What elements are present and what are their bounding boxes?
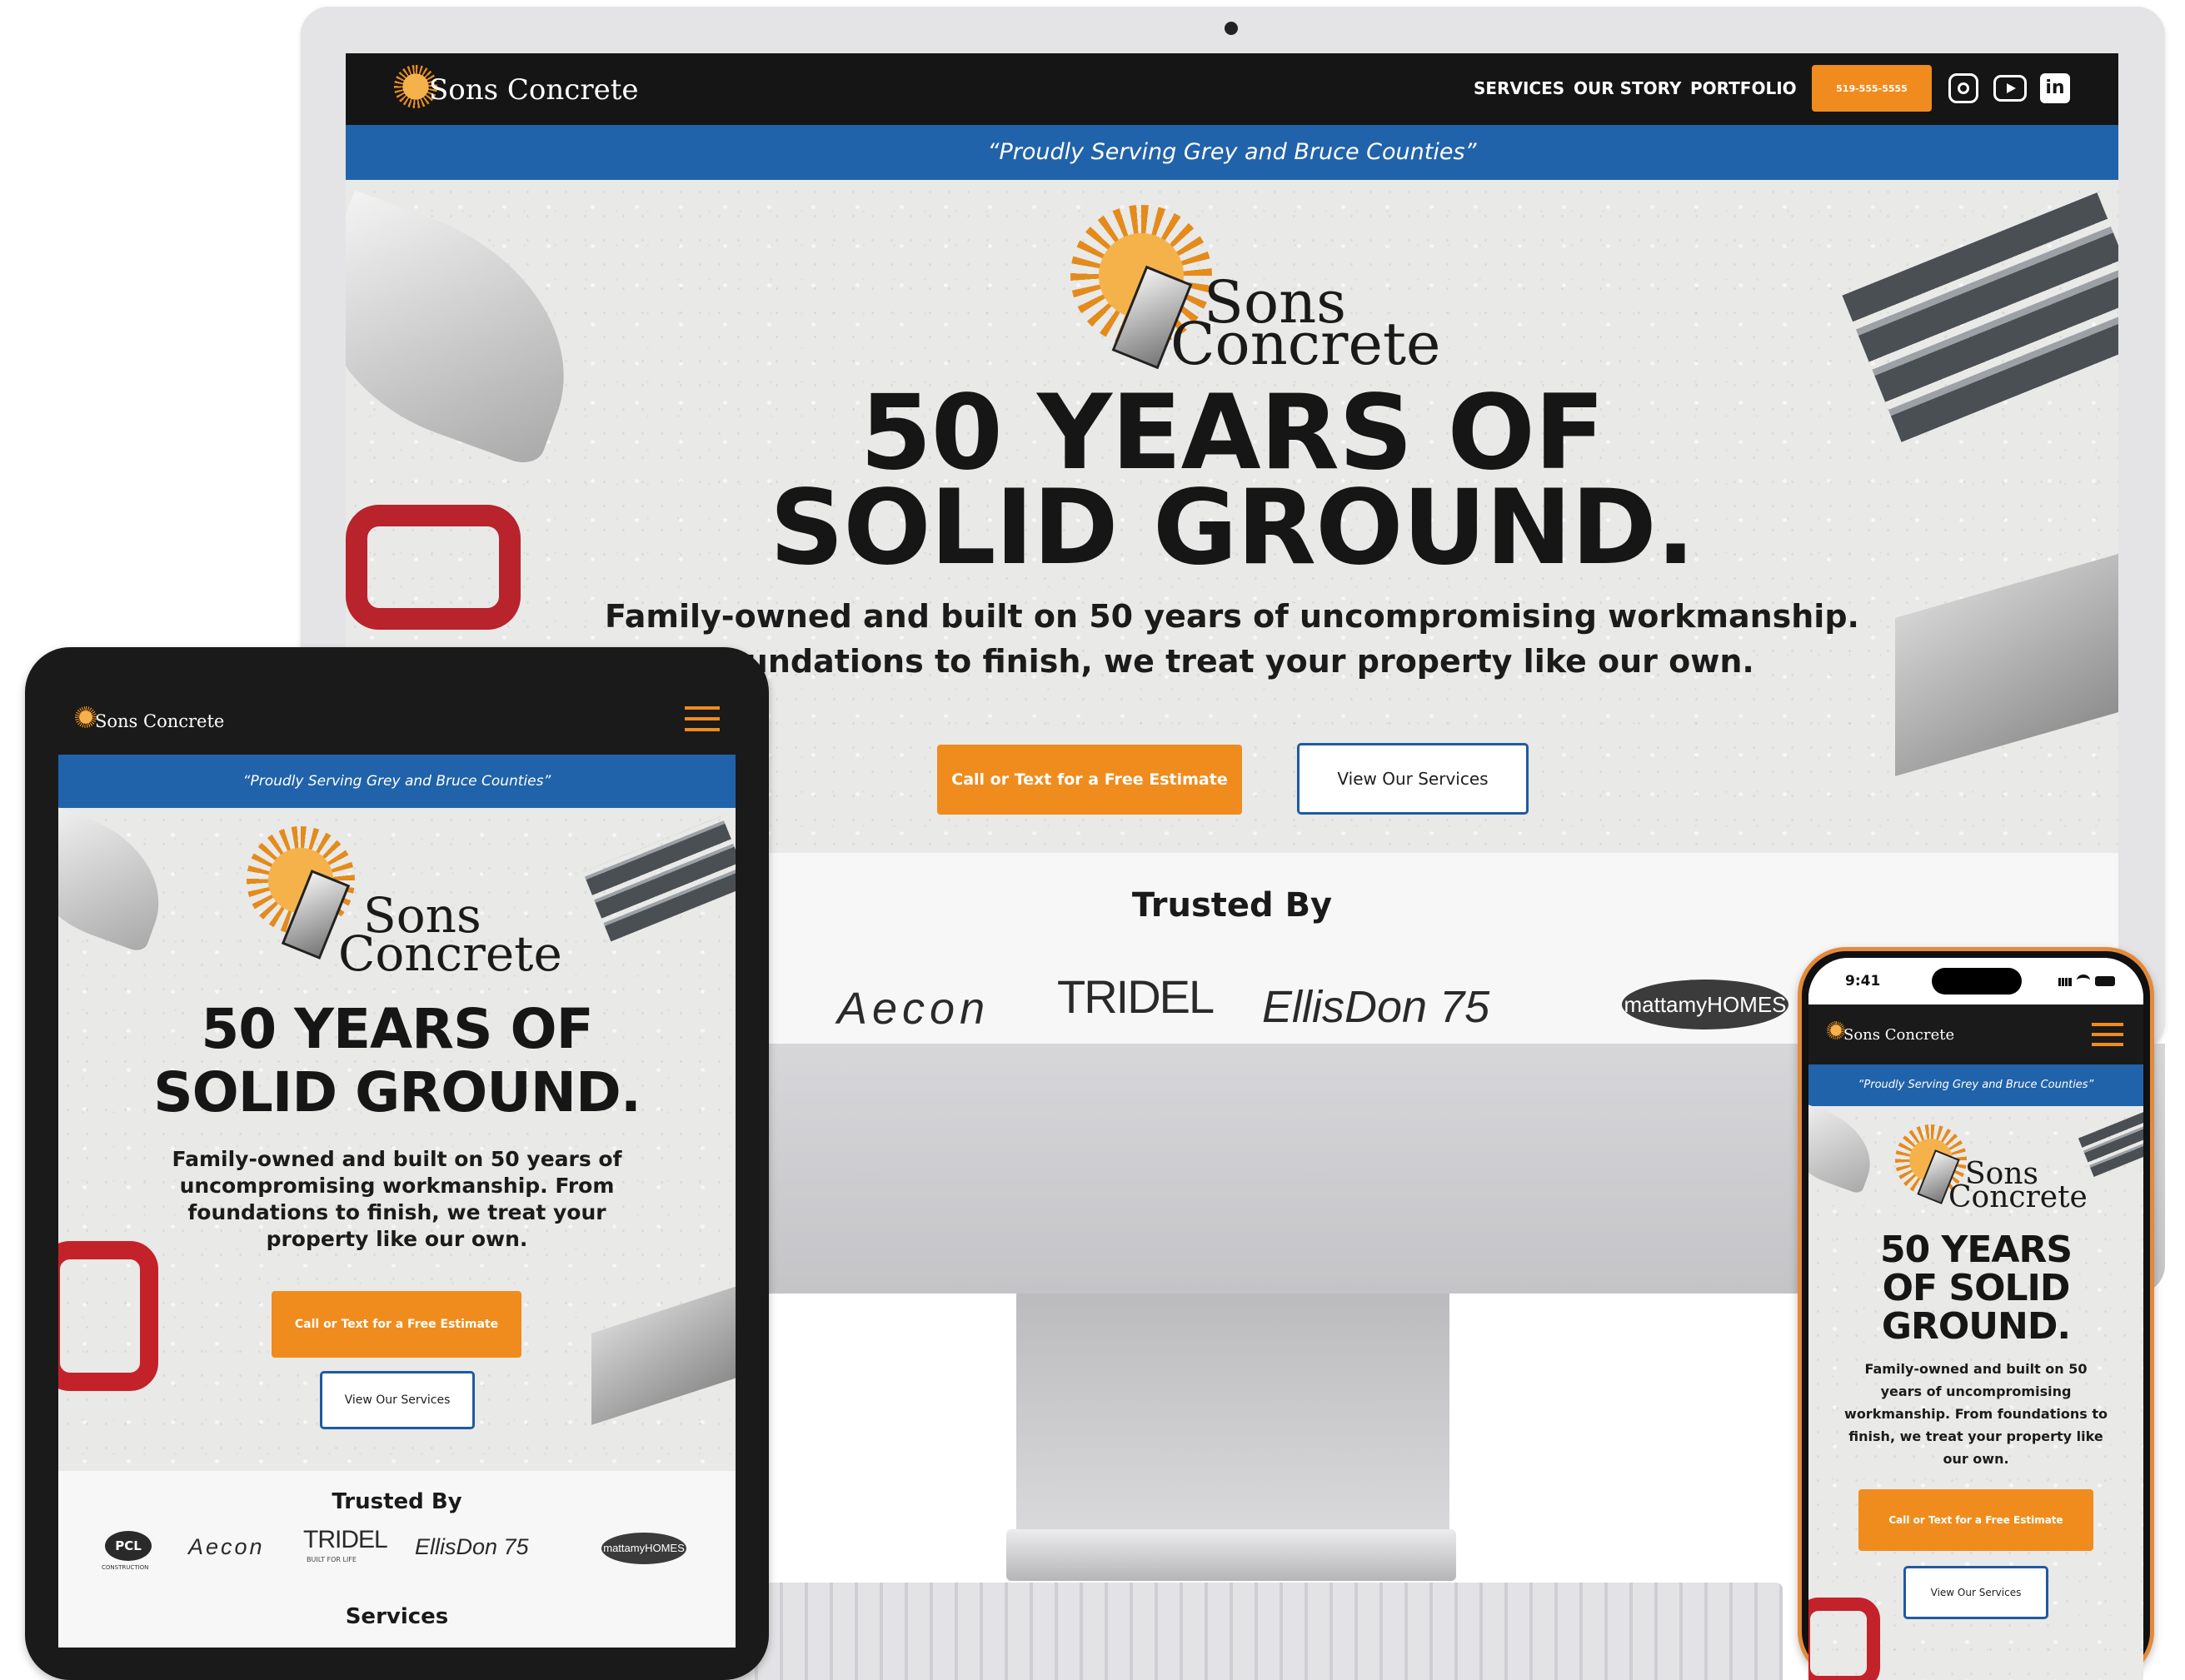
- hero-view-services-button[interactable]: View Our Services: [1297, 743, 1529, 815]
- phone-rebar-image: [2078, 1109, 2143, 1178]
- hero-subtext-line1: Family-owned and built on 50 years of un…: [605, 598, 1859, 635]
- desktop-navbar: Sons Concrete SERVICES OUR STORY PORTFOL…: [346, 53, 2118, 125]
- tablet-partner-logo-pcl: PCL: [105, 1531, 152, 1561]
- partner-logo-mattamy: mattamyHOMES: [1622, 980, 1788, 1029]
- phone-screen: 9:41 Sons Concrete “Proudly Serving Grey…: [1808, 958, 2143, 1680]
- tablet-float-tool-image: [591, 1282, 736, 1425]
- phone-nav-logo[interactable]: Sons Concrete: [1843, 1026, 1954, 1044]
- phone-logo-sun-icon: [1827, 1021, 1845, 1039]
- tablet-navbar: Sons Concrete: [58, 681, 736, 755]
- tablet-screen: Sons Concrete “Proudly Serving Grey and …: [58, 681, 736, 1648]
- tablet-headline-line2: SOLID GROUND.: [153, 1060, 641, 1124]
- tablet-nav-logo[interactable]: Sons Concrete: [95, 711, 224, 731]
- phone-navbar: Sons Concrete: [1808, 1005, 2143, 1064]
- phone-tagline-banner: “Proudly Serving Grey and Bruce Counties…: [1808, 1064, 2143, 1106]
- linkedin-icon[interactable]: in: [2040, 73, 2070, 103]
- tablet-logo-sun-icon: [75, 706, 97, 728]
- phone-status-time: 9:41: [1845, 973, 1881, 990]
- tablet-partner-logo-aecon: Aecon: [188, 1534, 265, 1559]
- tablet-cta-estimate-button[interactable]: Call or Text for a Free Estimate: [272, 1291, 521, 1358]
- tablet-red-handle-image: [58, 1241, 158, 1391]
- desktop-tagline-banner: “Proudly Serving Grey and Bruce Counties…: [346, 125, 2118, 180]
- tablet-trowel-blade-image: [58, 803, 182, 955]
- phone-hero-logo-concrete: Concrete: [1948, 1180, 2088, 1214]
- tablet-trusted-section: Trusted By PCL CONSTRUCTION Aecon TRIDEL…: [58, 1471, 736, 1648]
- hero-headline-line2: SOLID GROUND.: [769, 468, 1695, 588]
- phone-cta-estimate-button[interactable]: Call or Text for a Free Estimate: [1858, 1489, 2093, 1551]
- nav-logo[interactable]: Sons Concrete: [429, 73, 639, 107]
- phone-view-services-button[interactable]: View Our Services: [1903, 1566, 2048, 1619]
- tablet-subtext: Family-owned and built on 50 years of un…: [172, 1147, 622, 1251]
- nav-phone-button[interactable]: 519-555-5555: [1812, 65, 1932, 112]
- nav-services[interactable]: SERVICES: [1474, 78, 1564, 98]
- monitor-camera: [1225, 22, 1238, 35]
- phone-headline-line3: GROUND.: [1881, 1305, 2071, 1348]
- phone-red-handle-image: [1808, 1598, 1880, 1680]
- nav-our-story[interactable]: OUR STORY: [1574, 78, 1681, 98]
- hero-cta-estimate-button[interactable]: Call or Text for a Free Estimate: [937, 745, 1242, 815]
- phone-headline-line2: OF SOLID: [1882, 1267, 2071, 1309]
- phone-hero: Sons Concrete 50 YEARS OF SOLID GROUND. …: [1808, 1100, 2143, 1680]
- phone-hamburger-icon[interactable]: [2092, 1023, 2123, 1046]
- phone-headline-line1: 50 YEARS: [1879, 1229, 2073, 1271]
- tablet-headline-line1: 50 YEARS OF: [201, 997, 593, 1061]
- youtube-icon[interactable]: [1993, 75, 2027, 102]
- tablet-partner-logo-ellisdon: EllisDon 75: [415, 1534, 529, 1559]
- tablet-rebar-image: [582, 815, 736, 942]
- battery-icon: [2095, 976, 2115, 986]
- tablet-partner-pcl-sub: CONSTRUCTION: [102, 1564, 149, 1571]
- signal-icon: [2058, 978, 2072, 986]
- monitor-stand-neck: [1016, 1274, 1449, 1541]
- tablet-partner-logo-mattamy: mattamyHOMES: [601, 1533, 686, 1564]
- monitor-stand-base: [1006, 1529, 1456, 1581]
- tablet-tagline-text: “Proudly Serving Grey and Bruce Counties…: [242, 773, 551, 790]
- partner-logo-tridel: TRIDEL: [1057, 970, 1215, 1023]
- tablet-partner-logo-tridel: TRIDEL: [303, 1526, 388, 1553]
- phone-tagline-text: “Proudly Serving Grey and Bruce Counties…: [1858, 1079, 2094, 1091]
- tablet-services-title: Services: [345, 1604, 449, 1629]
- tagline-text: “Proudly Serving Grey and Bruce Counties…: [987, 139, 1477, 165]
- tablet-hero-logo-concrete: Concrete: [338, 925, 562, 982]
- hero-logo-concrete: Concrete: [1170, 310, 1441, 378]
- nav-portfolio[interactable]: PORTFOLIO: [1690, 78, 1797, 98]
- instagram-icon[interactable]: [1948, 73, 1978, 103]
- tablet-tagline-banner: “Proudly Serving Grey and Bruce Counties…: [58, 755, 736, 808]
- partner-logo-aecon: Aecon: [837, 984, 990, 1034]
- phone-subtext: Family-owned and built on 50 years of un…: [1844, 1361, 2108, 1467]
- tablet-hero: Sons Concrete 50 YEARS OF SOLID GROUND. …: [58, 803, 736, 1471]
- tablet-hamburger-icon[interactable]: [685, 706, 720, 731]
- tablet-partner-tridel-sub: BUILT FOR LIFE: [307, 1556, 357, 1563]
- phone-trowel-blade-image: [1808, 1100, 1884, 1195]
- keyboard: [733, 1583, 1783, 1680]
- tablet-trusted-title: Trusted By: [332, 1489, 462, 1514]
- phone-status-bar: 9:41: [1808, 958, 2143, 1005]
- phone-dynamic-island: [1932, 968, 2022, 995]
- wifi-icon: [2077, 975, 2090, 986]
- tablet-view-services-button[interactable]: View Our Services: [320, 1371, 475, 1429]
- partner-logo-ellisdon: EllisDon 75: [1262, 982, 1490, 1032]
